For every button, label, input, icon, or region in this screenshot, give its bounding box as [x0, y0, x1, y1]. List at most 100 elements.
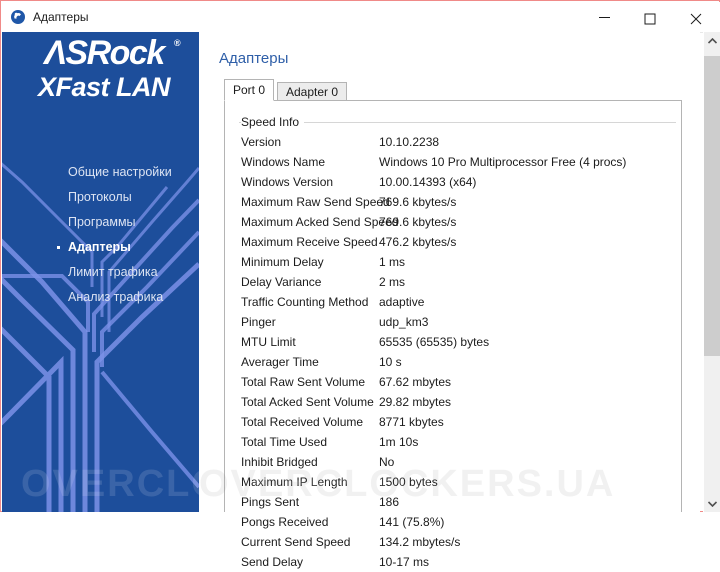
title-bar: Адаптеры — [2, 2, 720, 33]
group-box-separator — [239, 122, 676, 123]
row-label: Averager Time — [241, 355, 319, 369]
minimize-button[interactable] — [583, 3, 629, 32]
table-row: MTU Limit 65535 (65535) bytes — [241, 332, 681, 352]
row-value: 29.82 mbytes — [379, 395, 452, 409]
logo-registered-mark: ® — [174, 38, 181, 48]
row-value: udp_km3 — [379, 315, 429, 329]
application-window: Адаптеры ΛSRock ® XFast LAN Общие настро… — [0, 0, 720, 569]
row-value: 67.62 mbytes — [379, 375, 452, 389]
row-value: No — [379, 455, 395, 469]
table-row: Version 10.10.2238 — [241, 132, 681, 152]
sidebar: ΛSRock ® XFast LAN Общие настройки Прото… — [2, 32, 199, 512]
tab-label: Adapter 0 — [286, 85, 339, 99]
scroll-up-icon[interactable] — [704, 32, 720, 49]
table-row: Minimum Delay 1 ms — [241, 252, 681, 272]
table-row: Maximum Acked Send Speed 769.6 kbytes/s — [241, 212, 681, 232]
row-value: 65535 (65535) bytes — [379, 335, 490, 349]
row-value: 10 s — [379, 355, 402, 369]
sidebar-item-label: Протоколы — [68, 190, 132, 204]
row-label: Pings Sent — [241, 495, 300, 509]
table-row: Inhibit Bridged No — [241, 452, 681, 472]
row-label: Minimum Delay — [241, 255, 324, 269]
row-value: Windows 10 Pro Multiprocessor Free (4 pr… — [379, 155, 627, 169]
speed-info-table: Version 10.10.2238 Windows Name Windows … — [241, 132, 681, 572]
row-label: Windows Version — [241, 175, 334, 189]
bullet-icon — [57, 246, 60, 249]
row-label: Version — [241, 135, 282, 149]
tab-port-0[interactable]: Port 0 — [224, 79, 275, 101]
sidebar-item-traffic-analysis[interactable]: Анализ трафика — [2, 285, 199, 310]
sidebar-item-adapters[interactable]: Адаптеры — [2, 235, 199, 260]
table-row: Total Time Used 1m 10s — [241, 432, 681, 452]
row-value: 10.10.2238 — [379, 135, 440, 149]
asrock-xfast-lan-logo: ΛSRock ® XFast LAN — [9, 32, 199, 110]
sidebar-item-label: Лимит трафика — [68, 265, 158, 279]
sidebar-item-label: Анализ трафика — [68, 290, 164, 304]
table-row: Total Acked Sent Volume 29.82 mbytes — [241, 392, 681, 412]
row-value: 134.2 mbytes/s — [379, 535, 461, 549]
window-title: Адаптеры — [33, 10, 89, 24]
table-row: Windows Name Windows 10 Pro Multiprocess… — [241, 152, 681, 172]
row-label: Maximum Acked Send Speed — [241, 215, 399, 229]
table-row: Averager Time 10 s — [241, 352, 681, 372]
row-label: Pongs Received — [241, 515, 329, 529]
table-row: Pinger udp_km3 — [241, 312, 681, 332]
row-value: 141 (75.8%) — [379, 515, 445, 529]
row-label: Pinger — [241, 315, 276, 329]
page-title: Адаптеры — [219, 50, 289, 67]
row-label: Total Raw Sent Volume — [241, 375, 366, 389]
table-row: Pings Sent 186 — [241, 492, 681, 512]
tab-adapter-0[interactable]: Adapter 0 — [277, 82, 348, 101]
row-label: Maximum Receive Speed — [241, 235, 378, 249]
row-label: Inhibit Bridged — [241, 455, 318, 469]
sidebar-item-label: Программы — [68, 215, 136, 229]
row-label: Total Received Volume — [241, 415, 364, 429]
sidebar-nav: Общие настройки Протоколы Программы Адап… — [2, 160, 199, 310]
table-row: Windows Version 10.00.14393 (x64) — [241, 172, 681, 192]
tab-label: Port 0 — [233, 83, 266, 97]
sidebar-item-general-settings[interactable]: Общие настройки — [2, 160, 199, 185]
row-value: 1500 bytes — [379, 475, 438, 489]
sidebar-item-label: Адаптеры — [68, 240, 131, 254]
table-row: Delay Variance 2 ms — [241, 272, 681, 292]
row-value: 8771 kbytes — [379, 415, 444, 429]
row-label: Total Time Used — [241, 435, 328, 449]
group-box-title: Speed Info — [241, 115, 305, 129]
row-value: 2 ms — [379, 275, 406, 289]
row-label: Send Delay — [241, 555, 304, 569]
row-label: MTU Limit — [241, 335, 296, 349]
table-row: Traffic Counting Method adaptive — [241, 292, 681, 312]
row-value: 1m 10s — [379, 435, 419, 449]
row-value: adaptive — [379, 295, 425, 309]
row-value: 10-17 ms — [379, 555, 430, 569]
row-label: Delay Variance — [241, 275, 322, 289]
asrock-app-icon — [10, 9, 26, 25]
row-value: 186 — [379, 495, 400, 509]
sidebar-item-label: Общие настройки — [68, 165, 172, 179]
table-row: Total Received Volume 8771 kbytes — [241, 412, 681, 432]
table-row: Maximum Receive Speed 476.2 kbytes/s — [241, 232, 681, 252]
sidebar-item-protocols[interactable]: Протоколы — [2, 185, 199, 210]
scrollbar-thumb[interactable] — [704, 56, 720, 356]
row-label: Total Acked Sent Volume — [241, 395, 374, 409]
row-value: 476.2 kbytes/s — [379, 235, 457, 249]
maximize-button[interactable] — [629, 3, 675, 32]
logo-brand: ΛSRock — [44, 34, 165, 72]
table-row: Maximum IP Length 1500 bytes — [241, 472, 681, 492]
vertical-scrollbar[interactable] — [703, 32, 720, 512]
row-label: Current Send Speed — [241, 535, 351, 549]
sidebar-item-programs[interactable]: Программы — [2, 210, 199, 235]
row-label: Maximum IP Length — [241, 475, 348, 489]
table-row: Maximum Raw Send Speed 769.6 kbytes/s — [241, 192, 681, 212]
table-row: Send Delay 10-17 ms — [241, 552, 681, 572]
row-value: 10.00.14393 (x64) — [379, 175, 477, 189]
row-value: 1 ms — [379, 255, 406, 269]
table-row: Pongs Received 141 (75.8%) — [241, 512, 681, 532]
row-label: Traffic Counting Method — [241, 295, 369, 309]
scroll-down-icon[interactable] — [704, 495, 720, 512]
tab-strip: Port 0 Adapter 0 — [224, 79, 682, 101]
table-row: Total Raw Sent Volume 67.62 mbytes — [241, 372, 681, 392]
close-button[interactable] — [675, 3, 720, 32]
table-row: Current Send Speed 134.2 mbytes/s — [241, 532, 681, 552]
sidebar-item-traffic-limit[interactable]: Лимит трафика — [2, 260, 199, 285]
